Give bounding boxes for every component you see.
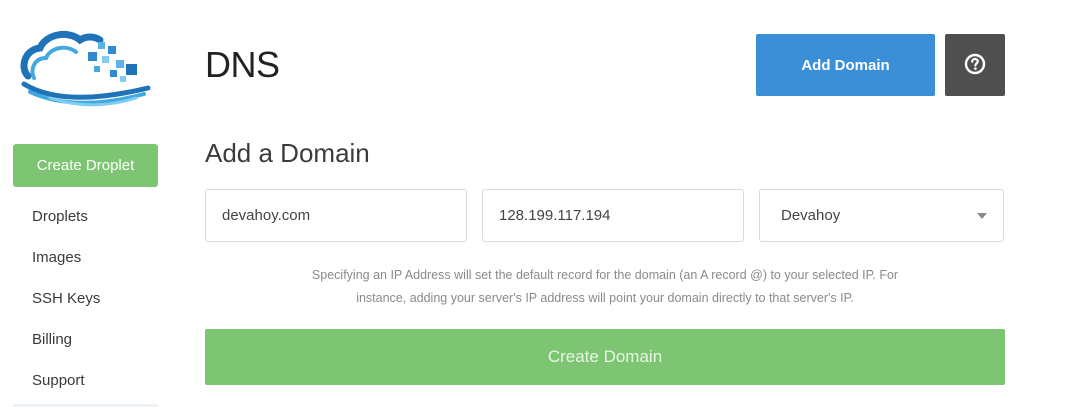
helper-text: Specifying an IP Address will set the de…: [205, 264, 1005, 310]
section-title: Add a Domain: [205, 138, 370, 168]
cloud-logo-icon[interactable]: [20, 28, 152, 108]
question-circle-icon: [964, 53, 986, 78]
add-domain-button[interactable]: Add Domain: [756, 34, 935, 96]
sidebar-nav: Droplets Images SSH Keys Billing Support: [0, 196, 170, 401]
droplet-select-value: Devahoy: [781, 207, 841, 224]
sidebar: Create Droplet Droplets Images SSH Keys …: [0, 0, 170, 407]
sidebar-item-ssh-keys[interactable]: SSH Keys: [0, 278, 170, 319]
create-domain-button[interactable]: Create Domain: [205, 329, 1005, 385]
droplet-select[interactable]: Devahoy: [759, 189, 1004, 242]
sidebar-item-droplets[interactable]: Droplets: [0, 196, 170, 237]
caret-down-icon: [977, 212, 987, 219]
helper-text-line: instance, adding your server's IP addres…: [356, 291, 854, 305]
page-title: DNS: [205, 44, 280, 85]
helper-text-line: Specifying an IP Address will set the de…: [311, 268, 899, 282]
ip-address-input[interactable]: [482, 189, 744, 242]
help-button[interactable]: [945, 34, 1005, 96]
domain-name-input[interactable]: [205, 189, 467, 242]
sidebar-item-images[interactable]: Images: [0, 237, 170, 278]
sidebar-item-support[interactable]: Support: [0, 360, 170, 401]
create-droplet-button[interactable]: Create Droplet: [13, 144, 158, 187]
sidebar-item-billing[interactable]: Billing: [0, 319, 170, 360]
